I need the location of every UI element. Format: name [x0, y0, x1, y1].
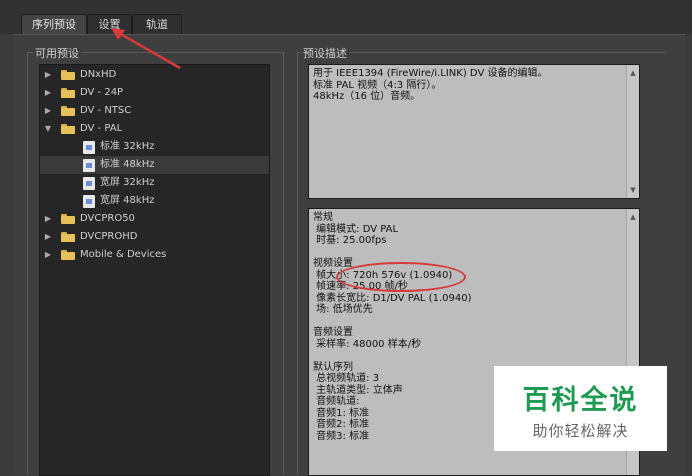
- group-frame-left: [27, 52, 28, 474]
- folder-icon: [61, 70, 75, 80]
- annotation-oval-highlight: [336, 262, 466, 292]
- preset-description-title: 预设描述: [301, 45, 349, 61]
- expand-arrow-icon[interactable]: ▶: [43, 66, 53, 84]
- tree-folder-dv-24p[interactable]: ▶ DV - 24P: [40, 84, 269, 102]
- preset-file-icon: [83, 177, 95, 190]
- tree-item-label: 宽屏 48kHz: [100, 195, 155, 206]
- available-presets-title: 可用预设: [33, 45, 81, 61]
- preset-file-icon: [83, 159, 95, 172]
- tab-sequence-presets[interactable]: 序列预设: [21, 14, 87, 34]
- tree-item-label: 宽屏 32kHz: [100, 177, 155, 188]
- tab-label: 序列预设: [32, 18, 76, 31]
- tree-folder-dvcprohd[interactable]: ▶ DVCPROHD: [40, 228, 269, 246]
- expand-arrow-icon[interactable]: ▶: [43, 102, 53, 120]
- collapse-arrow-icon[interactable]: ▼: [43, 120, 53, 138]
- folder-icon: [61, 232, 75, 242]
- tree-item-label: DVCPRO50: [80, 213, 135, 224]
- tree-item-label: DV - PAL: [80, 123, 123, 134]
- tree-folder-dv-ntsc[interactable]: ▶ DV - NTSC: [40, 102, 269, 120]
- expand-arrow-icon[interactable]: ▶: [43, 84, 53, 102]
- folder-icon: [61, 124, 75, 134]
- tree-item-label: DV - 24P: [80, 87, 124, 98]
- preset-file-icon: [83, 195, 95, 208]
- tree-folder-mobile-devices[interactable]: ▶ Mobile & Devices: [40, 246, 269, 264]
- scroll-up-icon[interactable]: ▲: [627, 67, 639, 79]
- group-frame-left: [297, 52, 298, 474]
- watermark-logo: 百科全说 助你轻松解决: [494, 366, 667, 451]
- tree-item-label: 标准 48kHz: [100, 159, 155, 170]
- watermark-subtitle: 助你轻松解决: [532, 422, 629, 440]
- scroll-down-icon[interactable]: ▼: [627, 184, 639, 196]
- folder-icon: [61, 106, 75, 116]
- tree-folder-dvcpro50[interactable]: ▶ DVCPRO50: [40, 210, 269, 228]
- tree-preset-widescreen-48khz[interactable]: 宽屏 48kHz: [40, 192, 269, 210]
- tree-preset-standard-48khz[interactable]: 标准 48kHz: [40, 156, 269, 174]
- preset-file-icon: [83, 141, 95, 154]
- tree-preset-widescreen-32khz[interactable]: 宽屏 32kHz: [40, 174, 269, 192]
- preset-description-box[interactable]: 用于 IEEE1394 (FireWire/i.LINK) DV 设备的编辑。 …: [308, 64, 640, 199]
- scroll-up-icon[interactable]: ▲: [627, 211, 639, 223]
- folder-icon: [61, 250, 75, 260]
- tree-preset-standard-32khz[interactable]: 标准 32kHz: [40, 138, 269, 156]
- tree-folder-dv-pal[interactable]: ▼ DV - PAL: [40, 120, 269, 138]
- scrollbar[interactable]: ▲ ▼: [626, 65, 639, 198]
- preset-details-text: 常规 编辑模式: DV PAL 时基: 25.00fps 视频设置 帧大小: 7…: [313, 212, 472, 442]
- tree-item-label: DVCPROHD: [80, 231, 138, 242]
- expand-arrow-icon[interactable]: ▶: [43, 210, 53, 228]
- expand-arrow-icon[interactable]: ▶: [43, 246, 53, 264]
- tree-item-label: 标准 32kHz: [100, 141, 155, 152]
- folder-icon: [61, 214, 75, 224]
- preset-tree[interactable]: ▶ DNxHD ▶ DV - 24P ▶ DV - NTSC ▼ DV - PA…: [39, 64, 270, 476]
- expand-arrow-icon[interactable]: ▶: [43, 228, 53, 246]
- annotation-arrow-icon: [111, 28, 181, 70]
- watermark-title: 百科全说: [522, 385, 639, 416]
- preset-description-text: 用于 IEEE1394 (FireWire/i.LINK) DV 设备的编辑。 …: [313, 68, 548, 102]
- tree-item-label: DV - NTSC: [80, 105, 132, 116]
- tree-item-label: Mobile & Devices: [80, 249, 167, 260]
- tab-bar: 序列预设 设置 轨道: [0, 0, 692, 34]
- group-frame-top: [297, 52, 667, 53]
- group-frame-right: [283, 52, 284, 474]
- folder-icon: [61, 88, 75, 98]
